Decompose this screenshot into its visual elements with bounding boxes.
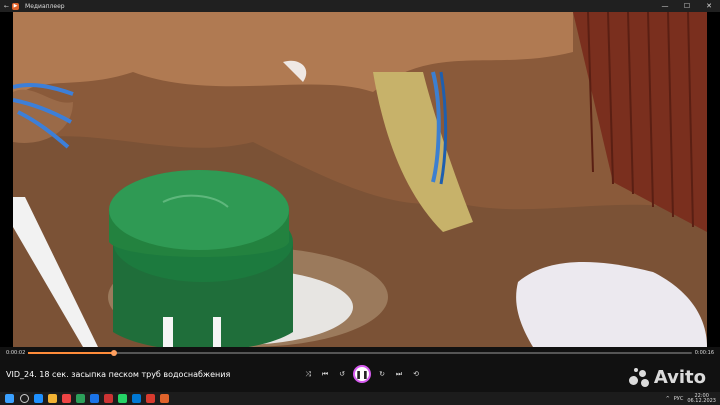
- taskbar-app-icon[interactable]: [132, 394, 141, 403]
- rewind-button[interactable]: ↺: [336, 368, 348, 380]
- repeat-button[interactable]: ⟲: [410, 368, 422, 380]
- player-controls: 0:00:02 0:00:16 VID_24. 18 сек. засыпка …: [0, 347, 720, 392]
- taskbar-app-icon[interactable]: [76, 394, 85, 403]
- pause-button[interactable]: ❚❚: [353, 365, 371, 383]
- avito-watermark: Avito: [628, 367, 706, 388]
- taskbar-app-icon[interactable]: [90, 394, 99, 403]
- forward-button[interactable]: ↻: [376, 368, 388, 380]
- taskbar-app-icon[interactable]: [160, 394, 169, 403]
- start-icon[interactable]: [5, 394, 14, 403]
- window-controls: — ☐ ✕: [654, 0, 720, 12]
- clock-date: 06.12.2023: [687, 397, 716, 404]
- taskbar-app-icon[interactable]: [146, 394, 155, 403]
- taskbar: ^ РУС 22:00 06.12.2023: [0, 392, 720, 405]
- back-icon[interactable]: ←: [4, 3, 9, 10]
- avito-text: Avito: [653, 367, 706, 388]
- duration: 0:00:16: [694, 350, 714, 356]
- video-frame[interactable]: [13, 12, 707, 347]
- avito-logo-icon: [628, 367, 651, 388]
- system-tray: ^ РУС 22:00 06.12.2023: [666, 392, 716, 405]
- media-player-icon: ▶: [12, 2, 20, 10]
- window-title: Медиаплеер: [25, 2, 65, 10]
- language-indicator[interactable]: РУС: [674, 396, 684, 402]
- transport-buttons: ⤨ ⏮ ↺ ❚❚ ↻ ⏭ ⟲: [302, 365, 422, 383]
- seek-bar-fill: [28, 352, 115, 354]
- clock[interactable]: 22:00 06.12.2023: [687, 393, 716, 404]
- previous-button[interactable]: ⏮: [319, 368, 331, 380]
- current-time: 0:00:02: [6, 350, 26, 356]
- maximize-button[interactable]: ☐: [676, 0, 698, 12]
- video-title: VID_24. 18 сек. засыпка песком труб водо…: [6, 370, 231, 379]
- taskbar-app-icon[interactable]: [104, 394, 113, 403]
- search-icon[interactable]: [20, 394, 29, 403]
- taskbar-app-icon[interactable]: [48, 394, 57, 403]
- seek-bar[interactable]: [28, 350, 692, 356]
- title-bar: ← ▶ Медиаплеер — ☐ ✕: [0, 0, 720, 12]
- taskbar-apps: [29, 394, 169, 403]
- taskbar-app-icon[interactable]: [118, 394, 127, 403]
- video-scene: [13, 12, 707, 347]
- tray-overflow-icon[interactable]: ^: [666, 396, 670, 402]
- minimize-button[interactable]: —: [654, 0, 676, 12]
- taskbar-app-icon[interactable]: [34, 394, 43, 403]
- close-button[interactable]: ✕: [698, 0, 720, 12]
- taskbar-app-icon[interactable]: [62, 394, 71, 403]
- next-button[interactable]: ⏭: [393, 368, 405, 380]
- shuffle-button[interactable]: ⤨: [302, 368, 314, 380]
- seek-handle[interactable]: [111, 350, 118, 356]
